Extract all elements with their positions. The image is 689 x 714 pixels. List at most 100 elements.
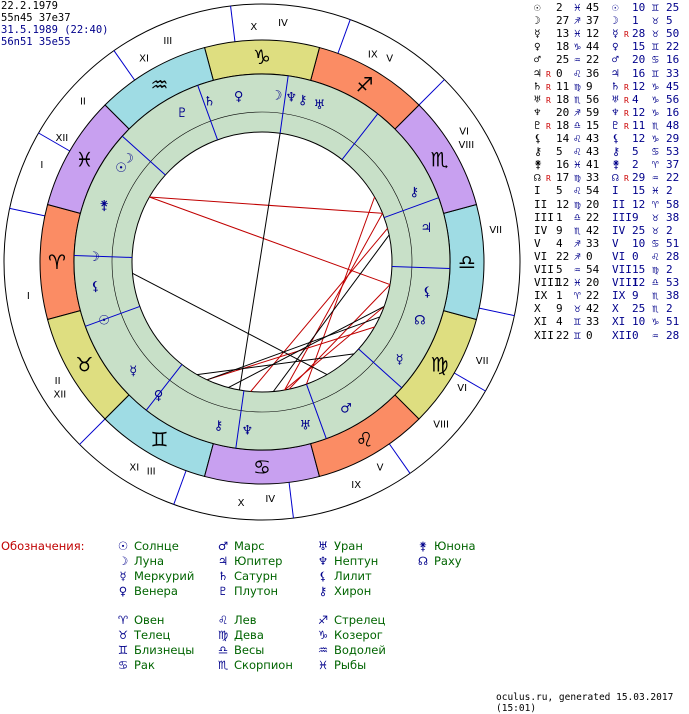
table-cell-m1: 36	[586, 66, 600, 80]
table-cell-g: II	[534, 197, 548, 211]
legend-glyph: ♈	[117, 613, 129, 627]
table-cell-g2: IV	[612, 223, 626, 237]
table-cell-s1: ♓	[574, 276, 581, 290]
table-cell-g2: ♀	[612, 40, 619, 54]
outer-house-label: II	[80, 97, 86, 108]
planet-glyph: ♀	[154, 388, 164, 403]
table-cell-s2: ♑	[652, 105, 659, 119]
table-cell-s2: ♉	[652, 210, 659, 224]
table-cell-d1: 5	[556, 184, 563, 198]
table-cell-s1: ♑	[574, 40, 581, 54]
legend-name: Рыбы	[334, 658, 367, 672]
table-cell-d1: 0	[556, 66, 563, 80]
table-cell-s2: ♊	[652, 1, 659, 14]
table-cell-s2: ♏	[652, 289, 659, 303]
table-cell-g2: XII	[612, 328, 632, 342]
legend-item: ☽ Луна	[115, 554, 164, 568]
outer-house-label: III	[163, 36, 172, 47]
legend-item: ☿ Меркурий	[115, 569, 194, 583]
table-cell-s1: ♐	[574, 249, 581, 263]
legend-item: ⚸ Лилит	[315, 569, 372, 583]
planet-glyph: ♂	[340, 401, 352, 416]
table-cell-m2: 45	[666, 79, 680, 93]
table-cell-d2: 10	[632, 315, 646, 329]
table-cell-g: ⚸	[534, 132, 543, 145]
table-row: ☿ 13 ♓ 12 ☿ R 28 ♉ 50	[534, 27, 689, 40]
legend-item: ♅ Уран	[315, 539, 363, 553]
sign-glyph-gemini: ♊	[151, 428, 169, 452]
table-cell-g: ⚵	[534, 158, 543, 172]
legend-glyph: ♎	[217, 643, 229, 657]
table-cell-g2: X	[612, 302, 619, 316]
table-cell-g2: ♇	[612, 118, 619, 132]
table-cell-d2: 10	[632, 1, 646, 14]
inner-house-label: III	[147, 466, 156, 477]
table-cell-m1: 45	[586, 1, 600, 14]
table-cell-d2: 12	[632, 132, 646, 145]
table-cell-d1: 11	[556, 79, 570, 93]
natal-chart-wheel: IIIIIIIVVVIVIIVIIIIXXXIXII ♈♉♊♋♌♍♎♏♐♑♒♓ …	[3, 3, 521, 521]
sign-glyph-libra: ♎	[458, 250, 476, 274]
table-cell-m1: 9	[586, 79, 593, 93]
table-cell-d2: 25	[632, 223, 646, 237]
sign-glyph-pisces: ♓	[75, 148, 93, 172]
table-row: I 5 ♌ 54 I 15 ♓ 2	[534, 184, 689, 197]
legend-name: Меркурий	[134, 569, 195, 583]
table-cell-d2: 9	[632, 289, 639, 303]
planet-glyph: ⚸	[423, 285, 433, 300]
table-cell-m2: 28	[666, 249, 680, 263]
table-cell-d1: 4	[556, 315, 563, 329]
table-cell-s1: ♍	[574, 197, 581, 211]
table-cell-g2: II	[612, 197, 626, 211]
table-cell-m1: 54	[586, 184, 600, 198]
table-cell-d1: 5	[556, 263, 563, 276]
table-cell-m2: 51	[666, 315, 680, 329]
table-cell-g2: ☉	[612, 1, 619, 14]
table-cell-g: V	[534, 236, 541, 250]
table-cell-g2: ♆	[612, 105, 619, 119]
legend-glyph: ♃	[217, 554, 229, 568]
table-row: VII 5 ♒ 54 VII 15 ♍ 2	[534, 263, 689, 276]
table-cell-d2: 15	[632, 184, 646, 198]
table-cell-d1: 1	[556, 289, 563, 303]
table-cell-g2: VII	[612, 263, 632, 276]
table-cell-g: X	[534, 302, 541, 316]
legend-name: Козерог	[334, 628, 383, 642]
table-cell-s2: ♑	[652, 315, 659, 329]
planet-glyph: ⚸	[91, 279, 101, 294]
planet-glyph: ♀	[234, 90, 244, 105]
table-cell-m2: 37	[666, 158, 680, 172]
table-cell-s1: ♌	[574, 184, 581, 198]
table-cell-g: VI	[534, 249, 548, 263]
table-cell-s1: ♉	[574, 302, 581, 316]
legend-item: ♒ Водолей	[315, 643, 386, 657]
table-cell-g: I	[534, 184, 541, 198]
table-cell-m1: 41	[586, 158, 600, 172]
table-cell-s2: ♍	[652, 263, 659, 276]
table-cell-g2: ♂	[612, 53, 619, 67]
table-cell-s1: ♌	[574, 66, 581, 80]
table-cell-m2: 48	[666, 118, 680, 132]
table-cell-s2: ♓	[652, 184, 659, 198]
table-cell-d1: 9	[556, 223, 563, 237]
legend-glyph: ♋	[117, 658, 129, 672]
table-cell-g: ☉	[534, 1, 541, 14]
table-cell-m2: 22	[666, 40, 680, 54]
table-cell-m1: 54	[586, 263, 600, 276]
legend-glyph: ♒	[317, 643, 329, 657]
legend-glyph: ♀	[118, 584, 128, 598]
legend-item: ♎ Весы	[215, 643, 265, 657]
table-cell-s2: ♉	[652, 27, 659, 41]
legend-item: ♋ Рак	[115, 658, 155, 672]
legend-name: Сатурн	[234, 569, 278, 583]
legend-glyph: ☊	[417, 554, 429, 568]
table-cell-d1: 22	[556, 249, 570, 263]
table-row: IV 9 ♏ 42 IV 25 ♉ 2	[534, 224, 689, 237]
table-cell-m2: 16	[666, 105, 680, 119]
table-cell-g: VII	[534, 263, 554, 276]
outer-house-label: IX	[351, 480, 361, 491]
table-cell-d1: 2	[556, 1, 563, 14]
table-cell-s2: ♋	[652, 145, 659, 159]
legend-item: ♊ Близнецы	[115, 643, 195, 657]
table-cell-s2: ♎	[652, 276, 659, 290]
